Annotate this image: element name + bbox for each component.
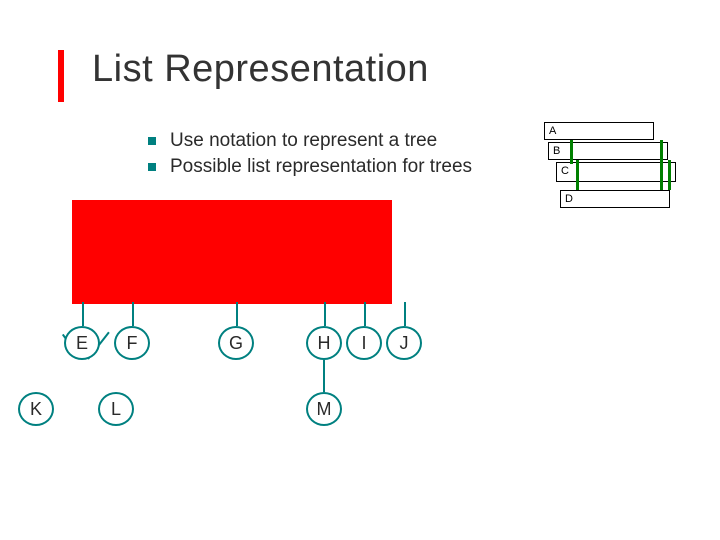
tree-node-e: E	[64, 326, 100, 360]
list-connector	[570, 140, 573, 164]
list-connector	[576, 160, 579, 190]
bullet-item: Possible list representation for trees	[148, 156, 472, 178]
list-box-b: B	[548, 142, 668, 160]
tree-node-i: I	[346, 326, 382, 360]
tree-node-g: G	[218, 326, 254, 360]
tree-edge	[323, 360, 325, 392]
square-bullet-icon	[148, 137, 156, 145]
bullet-list: Use notation to represent a tree Possibl…	[148, 130, 472, 182]
tree-edge	[132, 302, 134, 326]
tree-edge	[236, 302, 238, 326]
bullet-text: Use notation to represent a tree	[170, 130, 437, 152]
tree-node-h: H	[306, 326, 342, 360]
occluding-red-block	[72, 200, 392, 304]
tree-edge	[82, 302, 84, 326]
tree-edge	[404, 302, 406, 326]
bullet-item: Use notation to represent a tree	[148, 130, 472, 152]
tree-node-m: M	[306, 392, 342, 426]
title-accent-bar	[58, 50, 64, 102]
list-box-a: A	[544, 122, 654, 140]
list-connector	[668, 160, 671, 190]
tree-node-k: K	[18, 392, 54, 426]
tree-node-l: L	[98, 392, 134, 426]
list-box-d: D	[560, 190, 670, 208]
tree-node-f: F	[114, 326, 150, 360]
square-bullet-icon	[148, 163, 156, 171]
tree-edge	[364, 302, 366, 326]
tree-node-j: J	[386, 326, 422, 360]
list-box-c: C	[556, 162, 676, 182]
slide-title: List Representation	[92, 48, 429, 91]
list-connector	[660, 140, 663, 190]
bullet-text: Possible list representation for trees	[170, 156, 472, 178]
tree-edge	[324, 302, 326, 326]
